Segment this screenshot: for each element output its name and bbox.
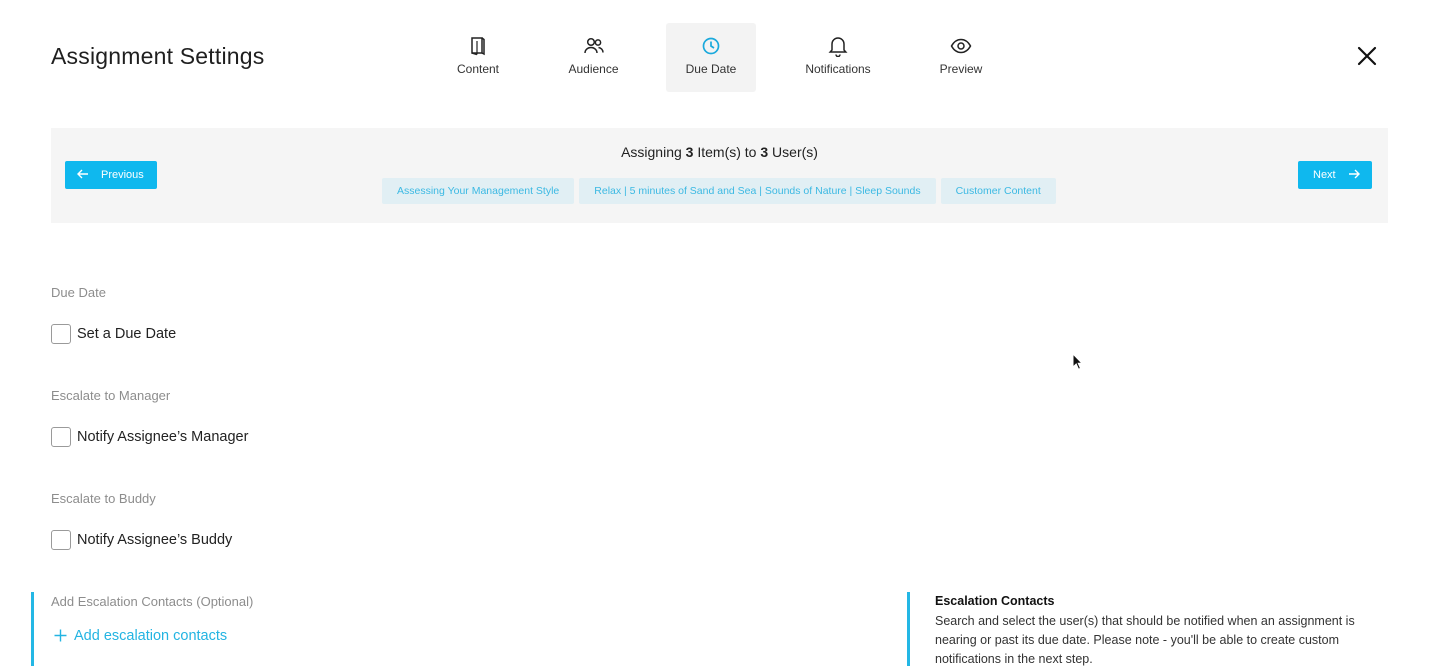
set-due-date-label: Set a Due Date — [77, 326, 177, 342]
assignment-summary-banner: Previous Assigning 3 Item(s) to 3 User(s… — [51, 128, 1388, 223]
mouse-cursor-icon — [1072, 352, 1084, 371]
page-title: Assignment Settings — [51, 43, 265, 69]
book-icon — [467, 35, 489, 57]
tab-label: Preview — [939, 62, 983, 76]
set-due-date-checkbox[interactable] — [51, 324, 71, 344]
clock-icon — [700, 35, 722, 57]
arrow-left-icon — [77, 169, 89, 182]
add-escalation-contacts-label: Add escalation contacts — [74, 628, 228, 644]
tab-label: Content — [456, 62, 500, 76]
next-label: Next — [1313, 169, 1336, 181]
next-button[interactable]: Next — [1298, 161, 1372, 189]
users-text: User(s) — [772, 144, 818, 160]
close-button[interactable] — [1355, 44, 1379, 68]
info-title: Escalation Contacts — [935, 594, 1055, 608]
tab-notifications[interactable]: Notifications — [756, 23, 920, 92]
add-escalation-contacts-link[interactable]: Add escalation contacts — [54, 628, 227, 644]
item-count: 3 — [685, 144, 694, 160]
arrow-right-icon — [1348, 169, 1360, 182]
items-text: Item(s) to — [697, 144, 757, 160]
previous-button[interactable]: Previous — [65, 161, 157, 189]
section-accent-bar — [31, 592, 34, 666]
previous-label: Previous — [101, 169, 144, 181]
notify-buddy-checkbox[interactable] — [51, 530, 71, 550]
content-chip: Assessing Your Management Style — [382, 178, 575, 204]
assign-summary: Assigning 3 Item(s) to 3 User(s) — [51, 144, 1388, 160]
tab-audience[interactable]: Audience — [521, 23, 666, 92]
escalate-manager-section-label: Escalate to Manager — [51, 388, 171, 403]
notify-buddy-label: Notify Assignee’s Buddy — [77, 532, 233, 548]
tab-preview[interactable]: Preview — [920, 23, 1002, 92]
notify-manager-checkbox[interactable] — [51, 427, 71, 447]
tab-content[interactable]: Content — [435, 23, 521, 92]
escalation-contacts-section-label: Add Escalation Contacts (Optional) — [51, 594, 254, 609]
content-chips: Assessing Your Management Style Relax | … — [382, 178, 1056, 204]
info-body: Search and select the user(s) that shoul… — [935, 614, 1355, 666]
notify-manager-label: Notify Assignee’s Manager — [77, 429, 249, 445]
notify-buddy-option[interactable]: Notify Assignee’s Buddy — [51, 530, 232, 550]
escalation-contacts-info: Escalation Contacts Search and select th… — [935, 594, 1365, 666]
step-tabs: Content Audience Due Date Notifications — [435, 23, 1002, 92]
tab-label: Audience — [568, 62, 619, 76]
plus-icon — [54, 628, 67, 644]
notify-manager-option[interactable]: Notify Assignee’s Manager — [51, 427, 248, 447]
content-chip: Customer Content — [940, 178, 1056, 204]
eye-icon — [950, 35, 972, 57]
info-accent-bar — [907, 592, 910, 666]
users-icon — [583, 35, 605, 57]
user-count: 3 — [760, 144, 769, 160]
content-chip: Relax | 5 minutes of Sand and Sea | Soun… — [579, 178, 936, 204]
tab-due-date[interactable]: Due Date — [666, 23, 756, 92]
escalate-buddy-section-label: Escalate to Buddy — [51, 491, 156, 506]
assign-prefix: Assigning — [621, 144, 682, 160]
bell-icon — [827, 35, 849, 57]
set-due-date-option[interactable]: Set a Due Date — [51, 324, 176, 344]
tab-label: Notifications — [805, 62, 871, 76]
tab-label: Due Date — [685, 62, 737, 76]
close-icon — [1357, 46, 1377, 66]
due-date-section-label: Due Date — [51, 285, 106, 300]
